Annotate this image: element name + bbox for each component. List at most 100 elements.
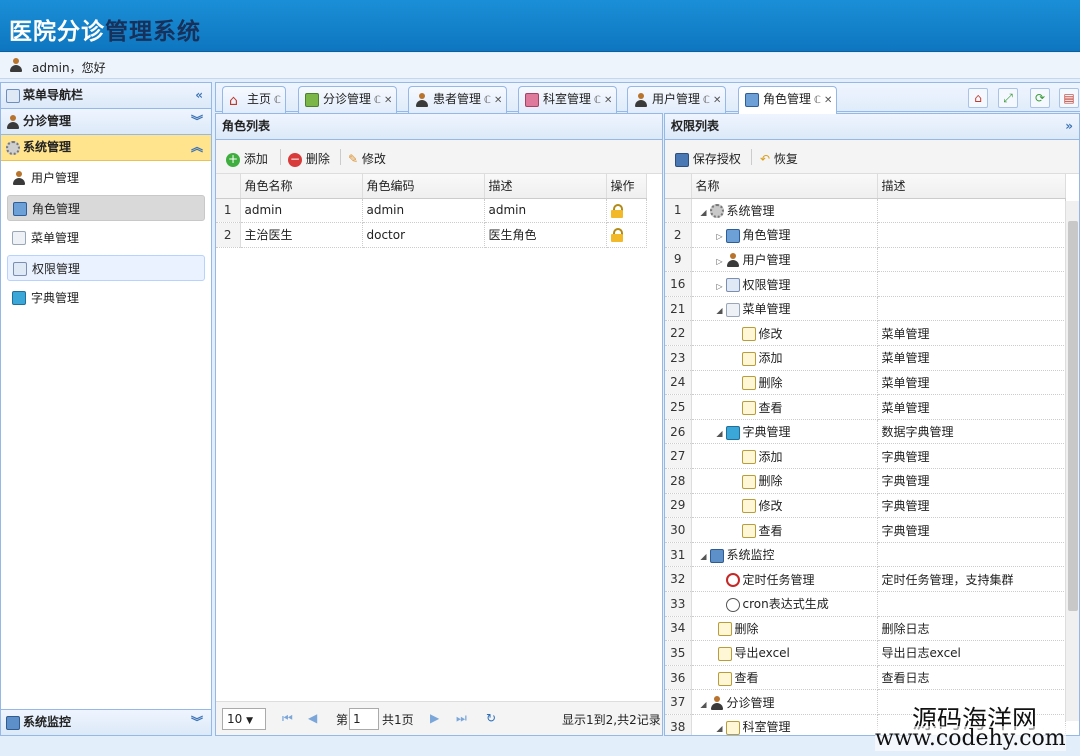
tree-row[interactable]: 21 ◢ 菜单管理 bbox=[665, 296, 1066, 322]
table-row[interactable]: 2 主治医生 doctor 医生角色 bbox=[216, 222, 647, 248]
column-header-name[interactable]: 名称 bbox=[691, 174, 878, 199]
refresh-icon[interactable]: ℂ bbox=[374, 95, 381, 106]
tree-node-label: 分诊管理 bbox=[726, 695, 775, 710]
tree-node-label: 查看 bbox=[758, 400, 783, 415]
tree-row[interactable]: 23 添加 菜单管理 bbox=[665, 345, 1066, 371]
tree-row[interactable]: 29 修改 字典管理 bbox=[665, 493, 1066, 519]
close-icon[interactable]: ✕ bbox=[824, 95, 832, 106]
reload-icon[interactable]: ↻ bbox=[486, 711, 496, 725]
tree-row[interactable]: 24 删除 菜单管理 bbox=[665, 370, 1066, 396]
column-header-role-code[interactable]: 角色编码 bbox=[362, 174, 485, 199]
tree-node-label: 添加 bbox=[758, 449, 783, 464]
tree-row[interactable]: 31 ◢ 系统监控 bbox=[665, 542, 1066, 568]
sidebar-item-permissions[interactable]: 权限管理 bbox=[7, 255, 205, 281]
person-icon bbox=[726, 253, 740, 268]
delete-button[interactable]: − 删除 bbox=[288, 150, 330, 167]
refresh-icon[interactable]: ℂ bbox=[703, 95, 710, 106]
role-list-title: 角色列表 bbox=[216, 114, 662, 140]
tree-toggle-icon[interactable]: ▷ bbox=[714, 232, 726, 241]
column-header-description[interactable]: 描述 bbox=[877, 174, 1066, 199]
chevron-down-icon[interactable]: ︾ bbox=[191, 710, 203, 735]
sidebar-group-monitor[interactable]: 系统监控 ︾ bbox=[1, 709, 211, 735]
collapse-sidebar-icon[interactable]: « bbox=[195, 83, 203, 108]
add-button[interactable]: + 添加 bbox=[226, 150, 268, 167]
refresh-icon[interactable]: ℂ bbox=[594, 95, 601, 106]
edit-button[interactable]: ✎ 修改 bbox=[348, 150, 386, 167]
tree-row[interactable]: 30 查看 字典管理 bbox=[665, 517, 1066, 543]
close-icon[interactable]: ✕ bbox=[713, 95, 721, 106]
tree-row[interactable]: 36 查看 查看日志 bbox=[665, 665, 1066, 691]
restore-button[interactable]: ↶ 恢复 bbox=[760, 150, 798, 167]
sidebar-item-users[interactable]: 用户管理 bbox=[7, 165, 205, 191]
close-all-icon[interactable]: ▤ bbox=[1059, 88, 1079, 108]
refresh-icon[interactable]: ℂ bbox=[484, 95, 491, 106]
sidebar-item-dictionary[interactable]: 字典管理 bbox=[7, 285, 205, 311]
tab-roles[interactable]: 角色管理 ℂ ✕ bbox=[738, 86, 838, 114]
tree-toggle-icon[interactable]: ◢ bbox=[714, 429, 726, 438]
tree-row[interactable]: 26 ◢ 字典管理 数据字典管理 bbox=[665, 419, 1066, 445]
lock-icon[interactable] bbox=[610, 228, 623, 243]
tree-row[interactable]: 1 ◢ 系统管理 bbox=[665, 198, 1066, 224]
fullscreen-icon[interactable]: ⤢ bbox=[998, 88, 1018, 108]
table-row[interactable]: 1 admin admin admin bbox=[216, 198, 647, 224]
home-tool-icon[interactable]: ⌂ bbox=[968, 88, 988, 108]
tree-row[interactable]: 2 ▷ 角色管理 bbox=[665, 222, 1066, 248]
tree-toggle-icon[interactable]: ◢ bbox=[698, 208, 710, 217]
tree-row[interactable]: 33 cron表达式生成 bbox=[665, 591, 1066, 617]
tab-users[interactable]: 用户管理 ℂ ✕ bbox=[627, 86, 727, 113]
user-greeting: admin，您好 bbox=[32, 61, 106, 75]
tree-toggle-icon[interactable]: ◢ bbox=[698, 700, 710, 709]
chevron-down-icon[interactable]: ︾ bbox=[191, 109, 203, 134]
tab-departments[interactable]: 科室管理 ℂ ✕ bbox=[518, 86, 618, 113]
tree-row[interactable]: 28 删除 字典管理 bbox=[665, 468, 1066, 494]
last-page-icon[interactable]: ⏭ bbox=[456, 711, 467, 726]
page-icon bbox=[741, 474, 756, 489]
page-size-select[interactable]: 10 ▼ bbox=[222, 708, 266, 730]
sidebar-item-roles[interactable]: 角色管理 bbox=[7, 195, 205, 221]
save-authorization-button[interactable]: 保存授权 bbox=[675, 150, 741, 167]
tree-node-label: 权限管理 bbox=[742, 277, 791, 292]
department-icon bbox=[525, 93, 539, 107]
tree-toggle-icon[interactable]: ◢ bbox=[698, 552, 710, 561]
tree-node-label: 科室管理 bbox=[742, 720, 791, 735]
tab-patients[interactable]: 患者管理 ℂ ✕ bbox=[408, 86, 508, 113]
first-page-icon[interactable]: ⏮ bbox=[282, 711, 293, 726]
tree-row[interactable]: 16 ▷ 权限管理 bbox=[665, 271, 1066, 297]
sidebar-group-system[interactable]: 系统管理 ︽ bbox=[1, 135, 211, 161]
close-icon[interactable]: ✕ bbox=[494, 95, 502, 106]
tree-toggle-icon[interactable]: ◢ bbox=[714, 306, 726, 315]
tab-home[interactable]: ⌂ 主页 ℂ bbox=[222, 86, 286, 113]
page-icon bbox=[741, 327, 756, 342]
prev-page-icon[interactable]: ◀ bbox=[308, 711, 317, 725]
chevron-up-icon[interactable]: ︽ bbox=[191, 135, 203, 160]
tree-toggle-icon[interactable]: ◢ bbox=[714, 724, 726, 733]
tree-toggle-icon[interactable]: ▷ bbox=[714, 282, 726, 291]
tree-node-label: 查看 bbox=[758, 523, 783, 538]
refresh-all-icon[interactable]: ⟳ bbox=[1030, 88, 1050, 108]
page-icon bbox=[717, 646, 732, 661]
tree-row[interactable]: 35 导出excel 导出日志excel bbox=[665, 640, 1066, 666]
page-icon bbox=[741, 499, 756, 514]
sidebar-title[interactable]: 菜单导航栏 « bbox=[1, 83, 211, 109]
close-icon[interactable]: ✕ bbox=[604, 95, 612, 106]
refresh-icon[interactable]: ℂ bbox=[814, 95, 821, 106]
expand-panel-icon[interactable]: » bbox=[1065, 114, 1073, 139]
tree-row[interactable]: 34 删除 删除日志 bbox=[665, 616, 1066, 642]
sidebar-group-triage[interactable]: 分诊管理 ︾ bbox=[1, 109, 211, 135]
close-icon[interactable]: ✕ bbox=[384, 95, 392, 106]
page-number-input[interactable]: 1 bbox=[349, 708, 379, 730]
tree-row[interactable]: 9 ▷ 用户管理 bbox=[665, 247, 1066, 273]
tree-row[interactable]: 27 添加 字典管理 bbox=[665, 443, 1066, 470]
scrollbar[interactable] bbox=[1065, 201, 1079, 721]
column-header-description[interactable]: 描述 bbox=[484, 174, 607, 199]
tree-row[interactable]: 32 定时任务管理 定时任务管理，支持集群 bbox=[665, 566, 1066, 592]
refresh-icon[interactable]: ℂ bbox=[274, 95, 281, 106]
lock-icon[interactable] bbox=[610, 203, 623, 218]
next-page-icon[interactable]: ▶ bbox=[430, 711, 439, 725]
tab-triage[interactable]: 分诊管理 ℂ ✕ bbox=[298, 86, 398, 113]
sidebar-item-menus[interactable]: 菜单管理 bbox=[7, 225, 205, 251]
tree-row[interactable]: 22 修改 菜单管理 bbox=[665, 320, 1066, 347]
tree-row[interactable]: 25 查看 菜单管理 bbox=[665, 394, 1066, 420]
column-header-role-name[interactable]: 角色名称 bbox=[240, 174, 363, 199]
tree-toggle-icon[interactable]: ▷ bbox=[714, 257, 726, 266]
